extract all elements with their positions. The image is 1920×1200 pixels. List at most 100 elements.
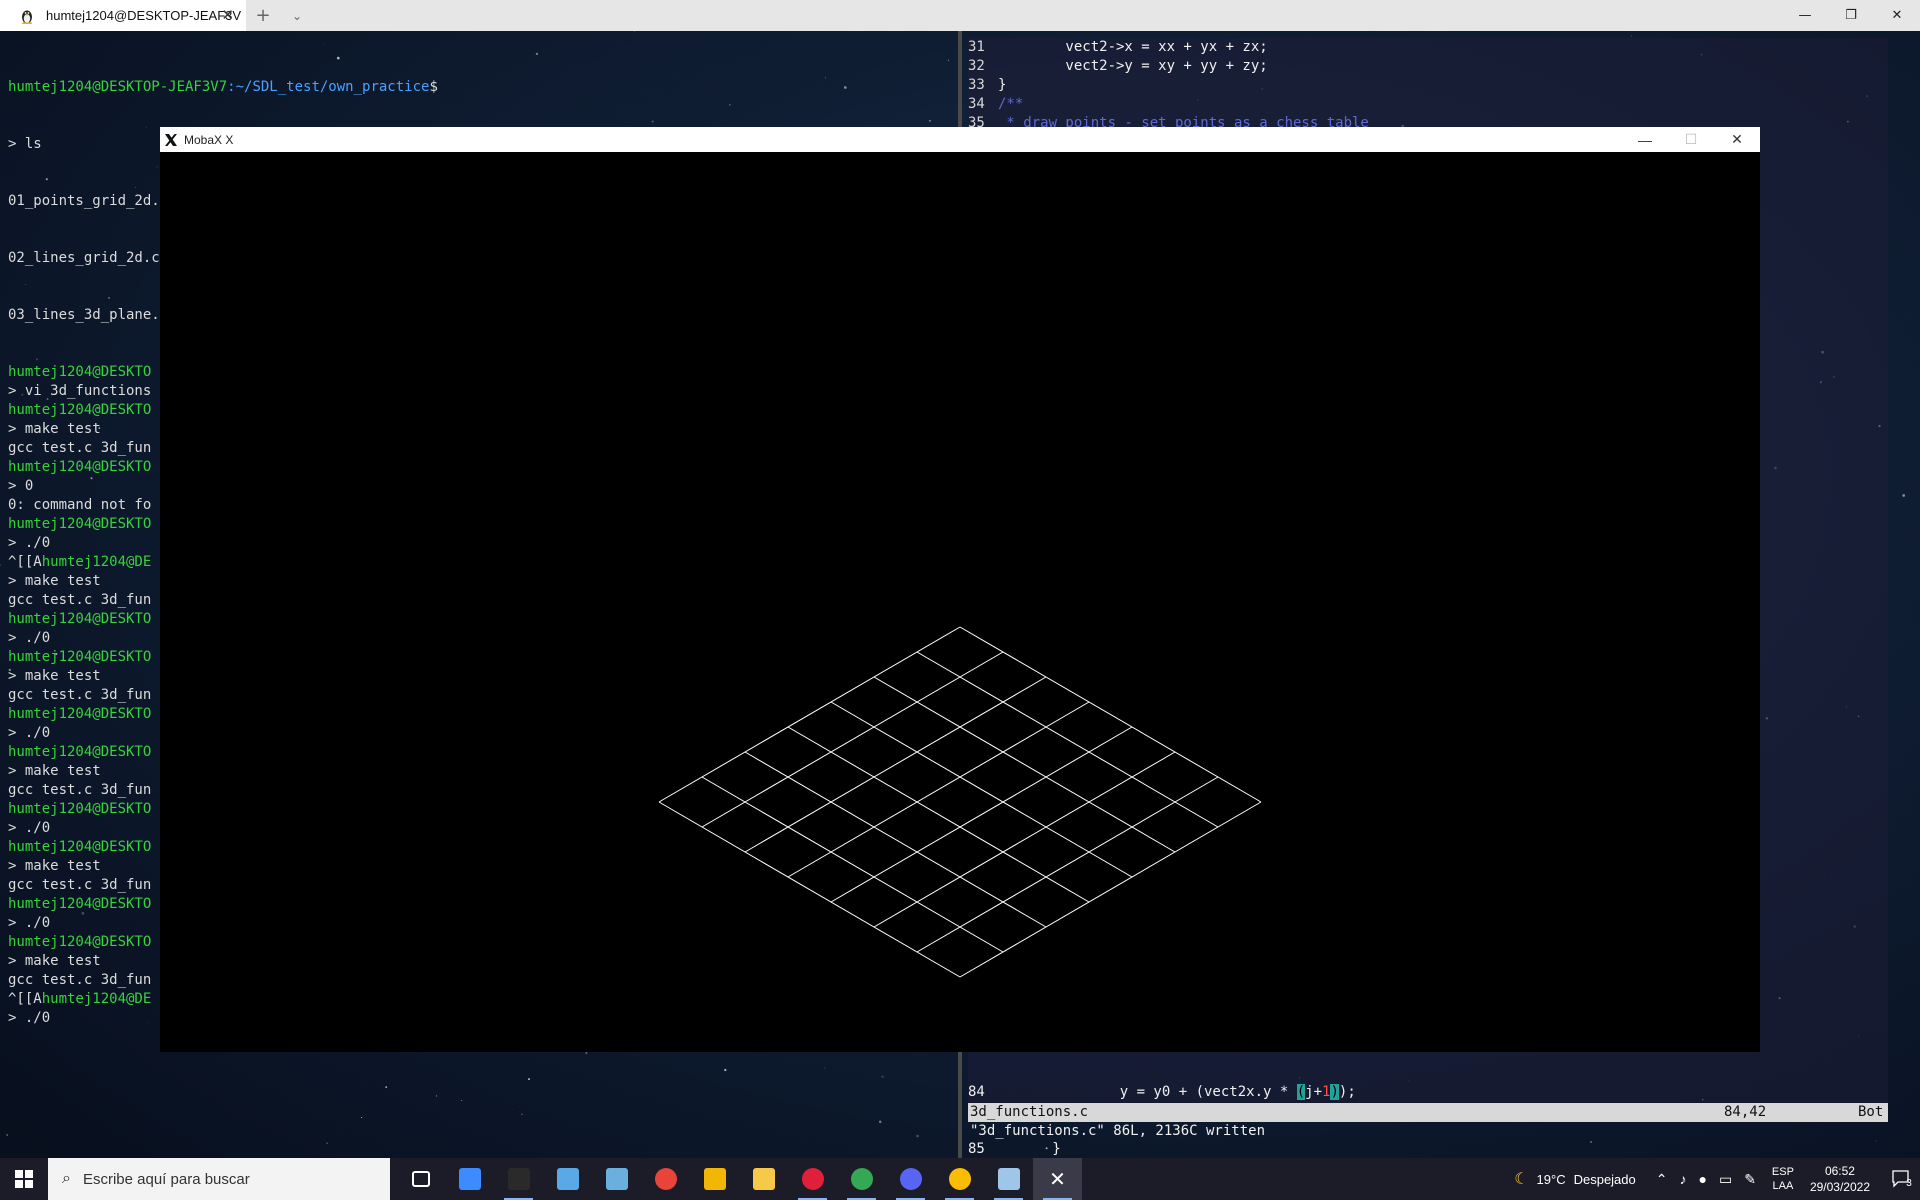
clock-date: 29/03/2022 [1809, 1180, 1870, 1194]
opera-icon [801, 1168, 824, 1190]
taskbar: ⌕ Escribe aquí para buscar ✕ ☾ 19°C Desp… [0, 1158, 1920, 1200]
task-view-icon [411, 1171, 430, 1187]
prompt-user: humtej1204@DE [41, 991, 152, 1007]
terminal-tab[interactable]: humtej1204@DESKTOP-JEAF3V ✕ [0, 0, 246, 31]
file-explorer-icon [752, 1168, 775, 1190]
weather-desc: Despejado [1573, 1171, 1636, 1187]
star [824, 1067, 826, 1069]
line-number: 31 [968, 39, 985, 55]
grid-line-row [830, 726, 1133, 903]
x-window[interactable]: MobaX X — ☐ ✕ [160, 127, 1760, 1052]
matched-paren: ) [1330, 1084, 1339, 1100]
search-icon: ⌕ [62, 1170, 71, 1187]
clock[interactable]: 06:52 29/03/2022 [1810, 1163, 1870, 1195]
grid-line-col [658, 801, 961, 978]
taskbar-app-mobaxterm-x[interactable]: ✕ [1033, 1158, 1082, 1200]
taskbar-app-task-view[interactable] [396, 1158, 445, 1200]
vim-line: 84 y = y0 + (vect2x.y * (j+1)); [968, 1083, 1888, 1102]
star [881, 1075, 884, 1078]
taskbar-app-discord[interactable] [886, 1158, 935, 1200]
close-button[interactable]: ✕ [1874, 0, 1920, 31]
minimize-button[interactable]: — [1782, 0, 1828, 31]
pen-icon[interactable]: ✎ [1744, 1171, 1756, 1188]
taskbar-app-file-explorer[interactable] [739, 1158, 788, 1200]
taskbar-app-notes[interactable] [592, 1158, 641, 1200]
paint-icon [997, 1168, 1020, 1190]
language-indicator[interactable]: ESP LAA [1772, 1165, 1794, 1193]
chrome-profile-icon [948, 1168, 971, 1190]
status-filename: 3d_functions.c [970, 1104, 1089, 1120]
prompt-user: humtej1204@DESKTOP-JEAF3V7 [8, 79, 228, 95]
grid-line-col [959, 626, 1262, 803]
status-cursor-position: 84,42 [1724, 1104, 1767, 1120]
taskbar-app-terminal[interactable] [494, 1158, 543, 1200]
star [634, 31, 636, 33]
taskbar-search[interactable]: ⌕ Escribe aquí para buscar [48, 1158, 390, 1200]
grid-line-col [701, 776, 1004, 953]
vim-line: 31 vect2->x = xx + yx + zx; [968, 38, 1888, 57]
code-text: } [984, 1141, 1061, 1157]
render-canvas[interactable] [160, 152, 1760, 1052]
star [0, 564, 2, 566]
star [947, 59, 950, 62]
star [1902, 494, 1906, 497]
star [511, 1109, 513, 1110]
star [528, 1078, 530, 1081]
code-text: vect2->x = xx + yx + zx; [998, 39, 1268, 55]
x-maximize-button[interactable]: ☐ [1668, 127, 1714, 152]
linux-tux-icon [21, 10, 33, 24]
taskbar-app-photos[interactable] [543, 1158, 592, 1200]
star [724, 1068, 727, 1072]
star [326, 1142, 328, 1145]
code-text: vect2->y = xy + yy + zy; [998, 58, 1268, 74]
terminal-prompt-line: humtej1204@DESKTOP-JEAF3V7:~/SDL_test/ow… [8, 78, 768, 97]
star [878, 1120, 882, 1124]
notification-center[interactable]: 3 [1884, 1170, 1920, 1189]
taskbar-app-store[interactable] [445, 1158, 494, 1200]
photos-icon [556, 1168, 579, 1190]
system-tray: ☾ 19°C Despejado ⌃ ♪ ● ▭ ✎ ESP LAA 06:52… [1514, 1158, 1920, 1200]
prompt-end: $ [429, 79, 438, 95]
network-icon[interactable]: ▭ [1719, 1171, 1732, 1188]
new-tab-button[interactable]: + [246, 0, 280, 31]
taskbar-app-app-yellow[interactable] [690, 1158, 739, 1200]
x-minimize-button[interactable]: — [1622, 127, 1668, 152]
microphone-icon[interactable]: ● [1698, 1171, 1706, 1187]
tab-dropdown-button[interactable]: ⌄ [280, 0, 314, 31]
grid-line-col [830, 701, 1133, 878]
code-text: y = y0 + (vect2x.y * [984, 1084, 1297, 1100]
language-bottom: LAA [1772, 1180, 1794, 1192]
clock-time: 06:52 [1824, 1164, 1855, 1178]
store-icon [458, 1168, 481, 1190]
status-scroll: Bot [1858, 1104, 1884, 1120]
vim-line: 34 /** [968, 95, 1888, 114]
tab-close-icon[interactable]: ✕ [221, 6, 234, 24]
volume-icon[interactable]: ♪ [1679, 1171, 1686, 1187]
vim-editor-top[interactable]: 31 vect2->x = xx + yx + zx; 32 vect2->y =… [968, 38, 1888, 133]
x-close-button[interactable]: ✕ [1714, 127, 1760, 152]
vim-statusline: 3d_functions.c 84,42 Bot [968, 1103, 1888, 1122]
taskbar-app-chrome-profile[interactable] [935, 1158, 984, 1200]
vim-line: 33} [968, 76, 1888, 95]
vim-line: 85 } [968, 1140, 1888, 1159]
grid-line-row [658, 626, 961, 803]
start-button[interactable] [0, 1158, 48, 1200]
x-window-titlebar[interactable]: MobaX X — ☐ ✕ [160, 127, 1760, 152]
weather-widget[interactable]: ☾ 19°C Despejado [1514, 1169, 1636, 1189]
taskbar-apps: ✕ [396, 1158, 1082, 1200]
maximize-button[interactable]: ❐ [1828, 0, 1874, 31]
star [1631, 35, 1632, 37]
taskbar-app-app-red[interactable] [641, 1158, 690, 1200]
grid-line-col [916, 651, 1219, 828]
x-window-controls: — ☐ ✕ [1622, 127, 1760, 152]
taskbar-app-opera[interactable] [788, 1158, 837, 1200]
line-number: 85 [968, 1141, 985, 1157]
terminal-icon [507, 1168, 530, 1190]
star [6, 1134, 9, 1136]
escape-seq: ^[[A [8, 991, 42, 1007]
chevron-up-icon[interactable]: ⌃ [1656, 1171, 1668, 1188]
moon-icon: ☾ [1514, 1171, 1529, 1188]
taskbar-app-chrome[interactable] [837, 1158, 886, 1200]
taskbar-app-paint[interactable] [984, 1158, 1033, 1200]
line-number: 33 [968, 77, 985, 93]
